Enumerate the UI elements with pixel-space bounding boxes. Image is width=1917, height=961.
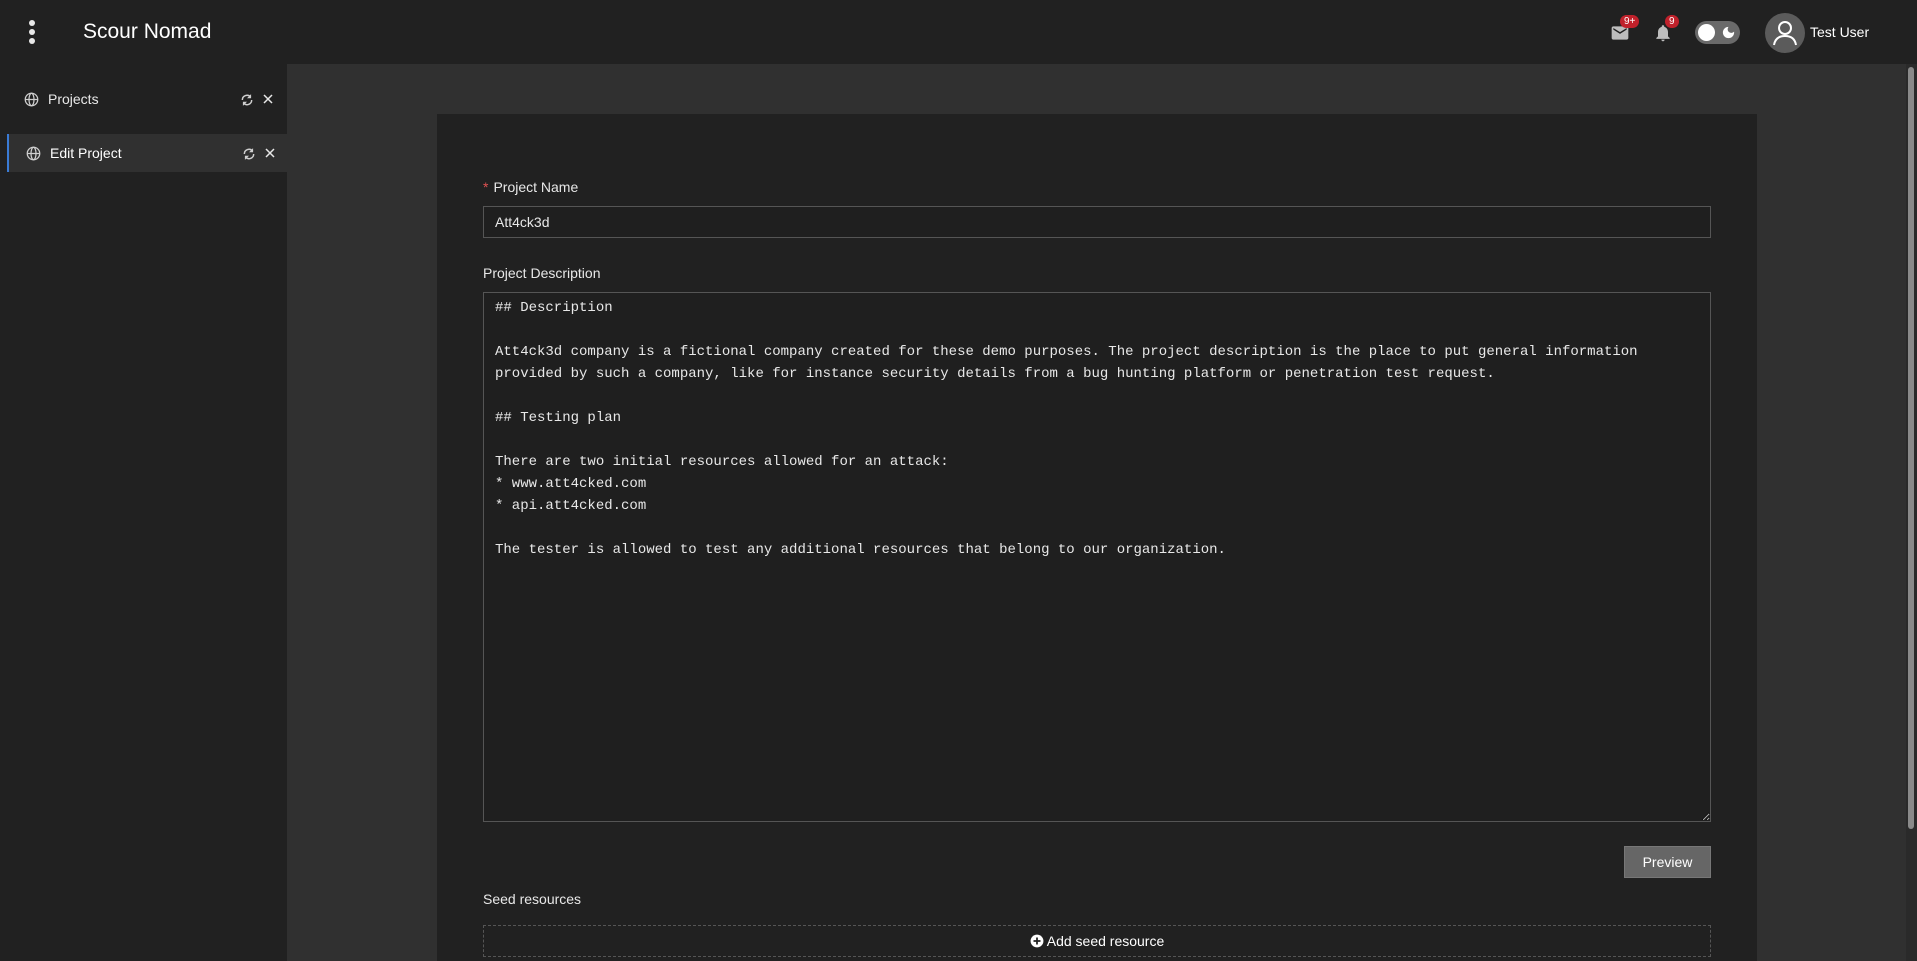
project-name-input[interactable] [483, 206, 1711, 238]
plus-circle-icon [1030, 934, 1044, 948]
project-name-label: * Project Name [483, 179, 579, 195]
avatar[interactable] [1765, 13, 1805, 53]
sidebar-item-projects[interactable]: Projects [7, 80, 287, 118]
notification-badge: 9 [1665, 15, 1679, 28]
scrollbar-thumb[interactable] [1908, 67, 1914, 829]
edit-project-form: *Project Name Project Description ## Des… [437, 114, 1757, 961]
required-marker: * [483, 179, 489, 195]
add-seed-resource-label: Add seed resource [1046, 933, 1165, 949]
globe-icon [26, 146, 41, 161]
mail-button[interactable]: 9+ [1608, 15, 1640, 45]
toggle-knob [1698, 24, 1715, 41]
refresh-icon[interactable] [240, 93, 254, 107]
refresh-icon[interactable] [242, 147, 256, 161]
add-seed-resource-button[interactable]: Add seed resource [483, 925, 1711, 957]
user-icon [1773, 21, 1797, 46]
user-name[interactable]: Test User [1810, 24, 1869, 40]
project-description-label: Project Description [483, 265, 601, 281]
sidebar-item-label: Projects [48, 91, 99, 107]
sidebar-item-label: Edit Project [50, 145, 122, 161]
dark-mode-toggle[interactable] [1695, 21, 1740, 44]
more-vertical-icon[interactable] [20, 14, 44, 50]
moon-icon [1722, 26, 1735, 39]
app-title: Scour Nomad [83, 20, 212, 43]
close-icon[interactable] [262, 93, 274, 105]
close-icon[interactable] [264, 147, 276, 159]
notifications-button[interactable]: 9 [1651, 15, 1679, 45]
sidebar: Projects Edit Project [0, 64, 287, 961]
project-description-textarea[interactable]: ## Description Att4ck3d company is a fic… [483, 292, 1711, 822]
page-scrollbar[interactable] [1906, 64, 1917, 961]
top-app-bar: Scour Nomad 9+ 9 Test User [0, 0, 1917, 64]
preview-button[interactable]: Preview [1624, 846, 1711, 878]
globe-icon [24, 92, 39, 107]
seed-resources-label: Seed resources [483, 891, 582, 907]
sidebar-item-edit-project[interactable]: Edit Project [7, 134, 287, 172]
mail-badge: 9+ [1620, 15, 1640, 28]
